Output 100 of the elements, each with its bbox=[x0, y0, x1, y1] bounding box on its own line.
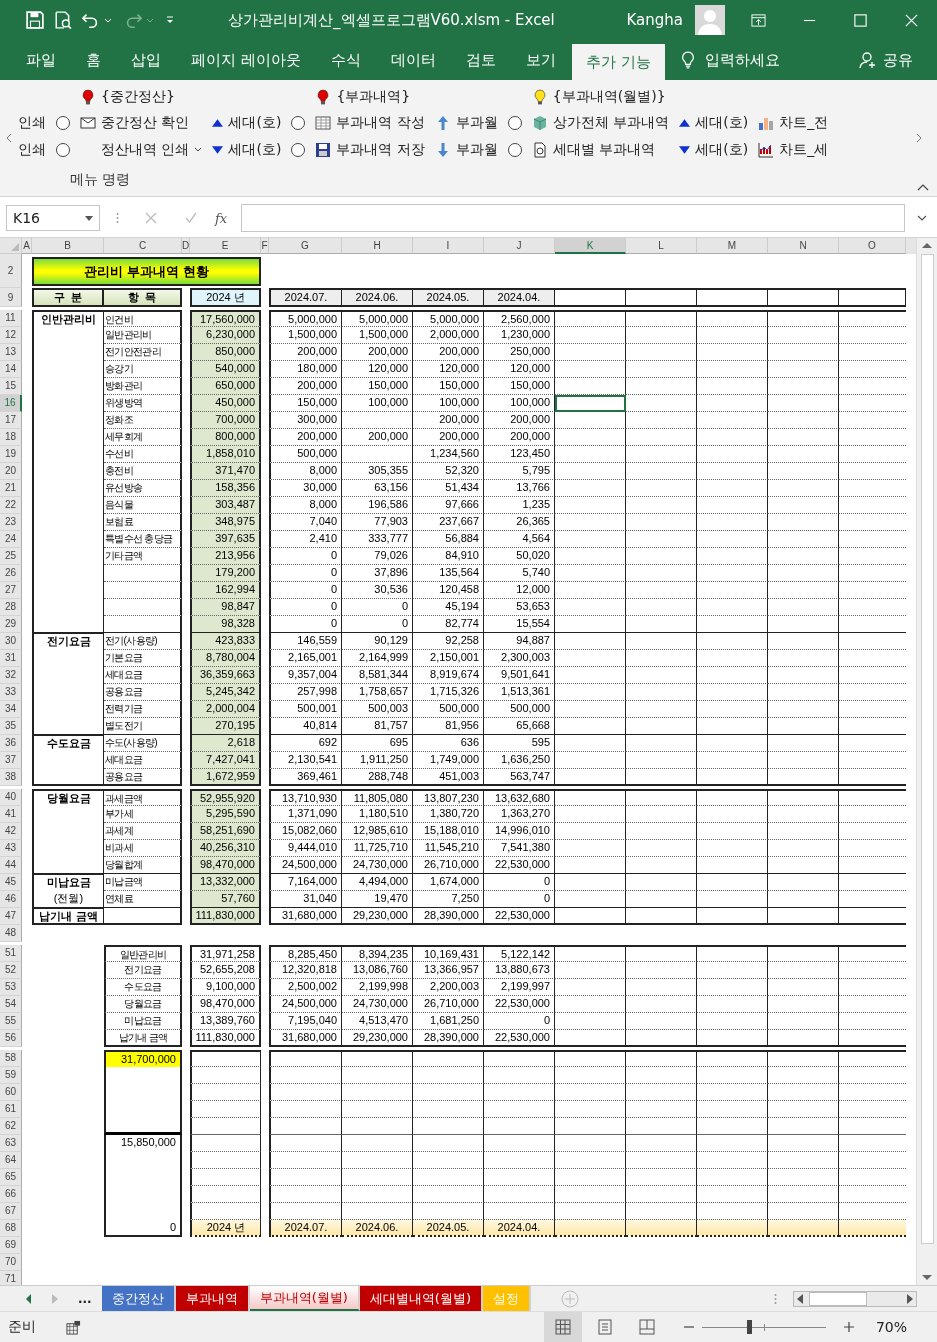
column-header[interactable]: B bbox=[32, 238, 104, 254]
column-header[interactable]: G bbox=[269, 238, 342, 254]
row-header[interactable]: 14 bbox=[0, 361, 22, 378]
nav-left-icon[interactable] bbox=[26, 1293, 32, 1304]
ribbon-tab[interactable]: 홈 bbox=[72, 40, 115, 80]
radio-button[interactable] bbox=[507, 142, 522, 157]
ribbon-button[interactable]: 세대(호) bbox=[679, 113, 749, 132]
row-header[interactable]: 71 bbox=[0, 1271, 22, 1285]
save-icon[interactable] bbox=[26, 11, 44, 29]
macro-record-icon[interactable] bbox=[66, 1319, 81, 1335]
sheet-tab[interactable]: 부과내역(월별) bbox=[249, 1286, 360, 1311]
ribbon-tab[interactable]: 추가 기능 bbox=[571, 44, 665, 80]
column-header[interactable]: C bbox=[104, 238, 182, 254]
row-header[interactable]: 54 bbox=[0, 996, 22, 1013]
expand-caret-icon[interactable] bbox=[917, 215, 927, 221]
radio-button[interactable] bbox=[507, 115, 522, 130]
ribbon-button[interactable]: 부과월 bbox=[434, 140, 498, 159]
row-header[interactable]: 56 bbox=[0, 1030, 22, 1047]
row-header[interactable]: 37 bbox=[0, 752, 22, 769]
sheet-tab[interactable]: 세대별내역(월별) bbox=[359, 1286, 483, 1311]
zoom-level[interactable]: 70% bbox=[875, 1319, 907, 1335]
row-header[interactable]: 34 bbox=[0, 701, 22, 718]
row-header[interactable]: 9 bbox=[0, 288, 22, 307]
row-header[interactable]: 25 bbox=[0, 548, 22, 565]
radio-button[interactable] bbox=[56, 115, 70, 130]
row-header[interactable]: 33 bbox=[0, 684, 22, 701]
insert-function-button[interactable]: fx bbox=[215, 210, 228, 226]
column-header[interactable]: A bbox=[22, 238, 32, 254]
row-header[interactable]: 46 bbox=[0, 891, 22, 908]
row-header[interactable]: 18 bbox=[0, 429, 22, 446]
tell-me-search[interactable]: 입력하세요 bbox=[704, 50, 780, 70]
collapse-ribbon-icon[interactable] bbox=[917, 184, 929, 191]
row-header[interactable]: 28 bbox=[0, 599, 22, 616]
ribbon-button[interactable]: {중간정산} bbox=[80, 88, 175, 106]
chevron-right-icon[interactable] bbox=[916, 133, 922, 143]
user-name[interactable]: Kangha bbox=[626, 11, 683, 29]
radio-button[interactable] bbox=[291, 142, 306, 157]
row-header[interactable]: 62 bbox=[0, 1118, 22, 1135]
row-header[interactable]: 21 bbox=[0, 480, 22, 497]
row-header[interactable]: 65 bbox=[0, 1169, 22, 1186]
lightbulb-icon[interactable] bbox=[680, 51, 695, 69]
row-header[interactable]: 67 bbox=[0, 1203, 22, 1220]
row-header[interactable]: 31 bbox=[0, 650, 22, 667]
row-header[interactable]: 70 bbox=[0, 1254, 22, 1271]
column-header[interactable]: L bbox=[626, 238, 697, 254]
row-header[interactable]: 11 bbox=[0, 310, 22, 327]
ribbon-button[interactable]: 세대(호) bbox=[212, 113, 282, 132]
selected-cell[interactable] bbox=[555, 395, 626, 412]
column-header[interactable]: M bbox=[697, 238, 768, 254]
ribbon-button[interactable]: 부과내역 작성 bbox=[315, 113, 425, 132]
ribbon-tab[interactable]: 보기 bbox=[511, 40, 570, 80]
row-header[interactable]: 15 bbox=[0, 378, 22, 395]
ribbon-button[interactable]: 정산내역 인쇄 bbox=[80, 140, 203, 159]
row-header[interactable]: 51 bbox=[0, 945, 22, 962]
row-header[interactable]: 35 bbox=[0, 718, 22, 735]
ribbon-button[interactable]: 세대(호) bbox=[679, 140, 749, 159]
ribbon-tab[interactable]: 파일 bbox=[12, 40, 70, 80]
row-header[interactable]: 22 bbox=[0, 497, 22, 514]
row-header[interactable]: 40 bbox=[0, 789, 22, 806]
row-header[interactable]: 12 bbox=[0, 327, 22, 344]
row-header[interactable]: 63 bbox=[0, 1135, 22, 1152]
zoom-in-icon[interactable] bbox=[843, 1322, 854, 1332]
column-header[interactable]: D bbox=[182, 238, 190, 254]
row-header[interactable]: 45 bbox=[0, 874, 22, 891]
row-header[interactable]: 2 bbox=[0, 254, 22, 288]
row-header[interactable]: 68 bbox=[0, 1220, 22, 1237]
row-header[interactable]: 16 bbox=[0, 395, 22, 412]
ribbon-display-icon[interactable] bbox=[751, 12, 766, 28]
maximize-icon[interactable] bbox=[853, 12, 868, 28]
row-header[interactable]: 47 bbox=[0, 908, 22, 925]
ribbon-button[interactable]: 부과내역 저장 bbox=[315, 140, 425, 159]
check-icon[interactable] bbox=[185, 212, 197, 224]
ribbon-button[interactable]: 세대별 부과내역 bbox=[531, 140, 656, 159]
row-header[interactable]: 59 bbox=[0, 1067, 22, 1084]
drag-handle-icon[interactable] bbox=[116, 212, 119, 224]
ribbon-tab[interactable]: 삽입 bbox=[117, 40, 175, 80]
scroll-down-icon[interactable] bbox=[922, 1275, 932, 1281]
zoom-slider[interactable] bbox=[701, 1320, 826, 1334]
normal-view-button[interactable] bbox=[543, 1312, 582, 1342]
scroll-left-icon[interactable] bbox=[797, 1293, 803, 1304]
scroll-thumb[interactable] bbox=[920, 254, 934, 1244]
vertical-scrollbar[interactable] bbox=[916, 238, 937, 1285]
row-header[interactable]: 52 bbox=[0, 962, 22, 979]
row-header[interactable]: 41 bbox=[0, 806, 22, 823]
zoom-slider-thumb[interactable] bbox=[747, 1320, 752, 1334]
column-header[interactable]: N bbox=[768, 238, 839, 254]
column-header[interactable]: O bbox=[839, 238, 906, 254]
horizontal-scrollbar[interactable] bbox=[793, 1290, 917, 1307]
ribbon-tab[interactable]: 데이터 bbox=[376, 40, 450, 80]
row-header[interactable]: 32 bbox=[0, 667, 22, 684]
radio-button[interactable] bbox=[291, 115, 306, 130]
sheet-tab[interactable]: 부과내역 bbox=[175, 1286, 250, 1311]
row-header[interactable]: 44 bbox=[0, 857, 22, 874]
customize-toolbar-icon[interactable] bbox=[166, 16, 174, 24]
ribbon-button[interactable]: 부과월 bbox=[434, 113, 498, 132]
ribbon-tab[interactable]: 페이지 레이아웃 bbox=[177, 40, 315, 80]
ribbon-button[interactable]: 중간정산 확인 bbox=[80, 113, 190, 132]
name-box[interactable]: K16 bbox=[6, 205, 100, 231]
row-header[interactable]: 36 bbox=[0, 735, 22, 752]
scroll-thumb[interactable] bbox=[809, 1291, 867, 1306]
